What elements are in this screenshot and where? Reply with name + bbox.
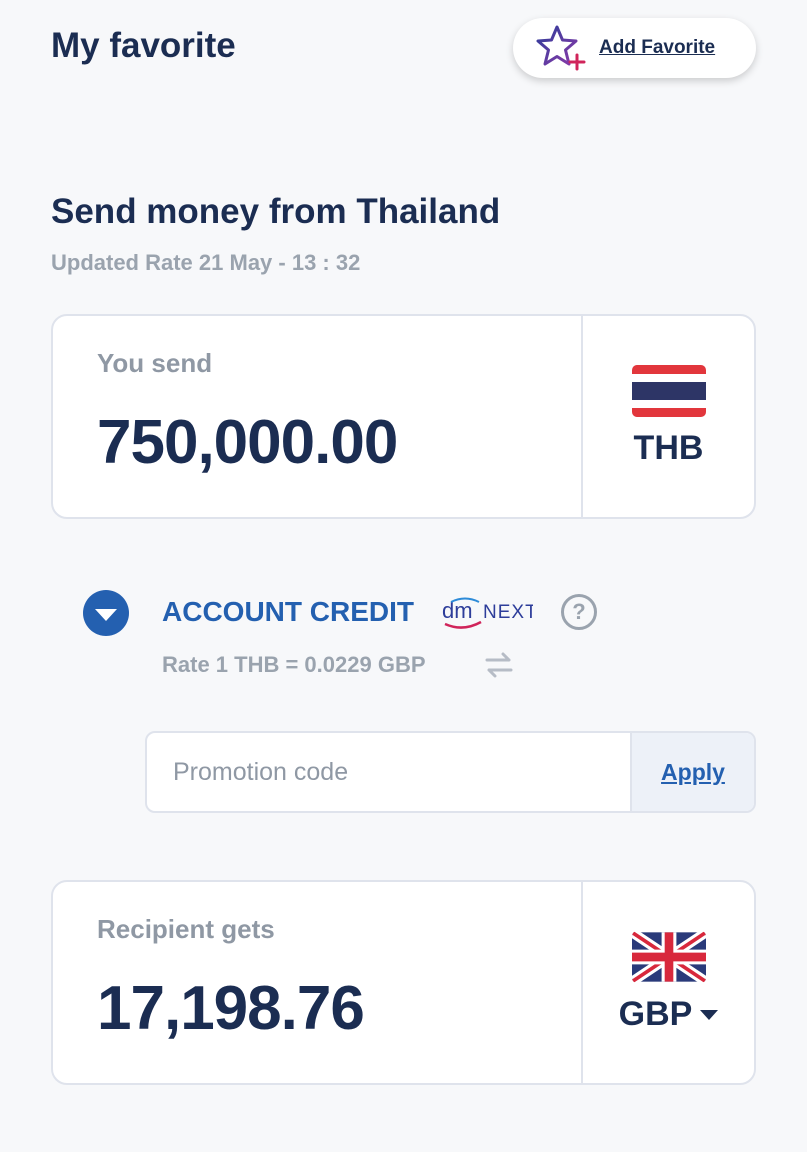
receive-amount-field[interactable]: Recipient gets 17,198.76 xyxy=(53,882,581,1083)
add-favorite-button[interactable]: Add Favorite xyxy=(513,18,756,78)
thailand-flag-icon xyxy=(631,365,706,417)
dmnext-logo: dm NEXT xyxy=(442,597,533,629)
send-currency-selector[interactable]: THB xyxy=(581,316,754,517)
send-caption: You send xyxy=(97,348,213,378)
promotion-code-input[interactable] xyxy=(147,733,630,811)
svg-text:dm: dm xyxy=(442,598,473,623)
receive-amount[interactable]: 17,198.76 xyxy=(97,973,581,1044)
expand-method-button[interactable] xyxy=(83,590,129,636)
receive-currency-code: GBP xyxy=(619,995,719,1034)
chevron-down-icon xyxy=(95,609,117,621)
svg-text:NEXT: NEXT xyxy=(483,602,533,623)
send-amount-card: You send 750,000.00 THB xyxy=(51,314,756,519)
send-currency-code: THB xyxy=(633,429,704,467)
updated-rate-text: Updated Rate 21 May - 13 : 32 xyxy=(51,250,361,275)
page-title: My favorite xyxy=(51,26,236,65)
uk-flag-icon xyxy=(631,931,706,983)
add-favorite-label: Add Favorite xyxy=(599,37,716,58)
receive-caption: Recipient gets xyxy=(97,914,275,944)
receive-currency-selector[interactable]: GBP xyxy=(581,882,754,1083)
swap-arrows-icon[interactable] xyxy=(483,651,515,679)
receive-currency-text: GBP xyxy=(618,995,693,1033)
promotion-code-box: Apply xyxy=(145,731,756,813)
section-title: Send money from Thailand xyxy=(51,192,501,231)
send-amount[interactable]: 750,000.00 xyxy=(97,407,581,478)
payment-method-label: ACCOUNT CREDIT xyxy=(162,596,414,627)
caret-down-icon xyxy=(700,1009,719,1020)
send-amount-field[interactable]: You send 750,000.00 xyxy=(53,316,581,517)
star-plus-icon xyxy=(536,25,586,71)
receive-amount-card: Recipient gets 17,198.76 GBP xyxy=(51,880,756,1085)
apply-button[interactable]: Apply xyxy=(630,733,754,811)
exchange-rate-text: Rate 1 THB = 0.0229 GBP xyxy=(162,652,426,677)
help-icon[interactable]: ? xyxy=(561,594,597,630)
